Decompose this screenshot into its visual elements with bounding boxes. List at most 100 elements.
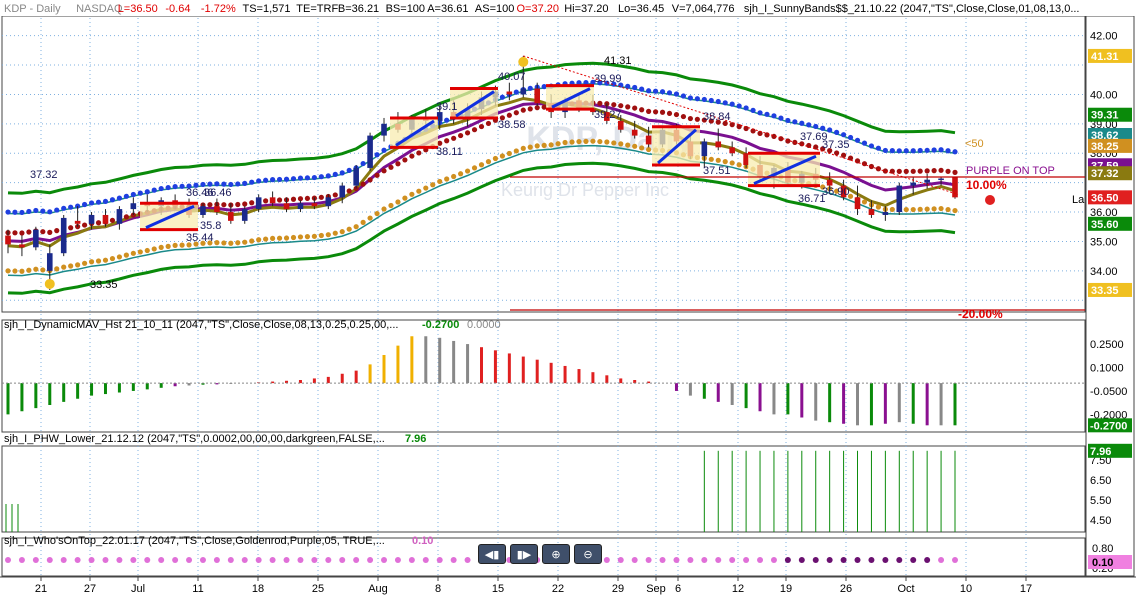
panel4-value: 0.10: [412, 535, 433, 547]
dot: [931, 168, 937, 174]
date-tick-label: 18: [252, 583, 264, 595]
whos-dot: [422, 557, 429, 563]
dot: [214, 240, 220, 246]
lt50-label: <50: [965, 138, 984, 150]
dot: [81, 201, 88, 208]
dot: [506, 150, 512, 157]
dot: [256, 237, 262, 243]
dot: [444, 117, 450, 123]
scroll-right-button[interactable]: ▮▶: [510, 544, 538, 564]
scroll-left-button[interactable]: ◀▮: [478, 544, 506, 564]
dot: [263, 236, 269, 242]
candle-body: [102, 214, 109, 224]
dot: [750, 107, 756, 113]
dot: [61, 264, 67, 270]
dot: [346, 188, 352, 194]
price-marker-label: 33.35: [1091, 285, 1119, 297]
dot: [687, 115, 693, 122]
dot: [214, 181, 220, 187]
dot: [757, 110, 763, 116]
dot: [569, 139, 575, 145]
dot: [875, 145, 882, 151]
dot: [729, 101, 735, 107]
zoom-out-button[interactable]: ⊖: [574, 544, 602, 564]
panel3-tick: 6.50: [1090, 475, 1111, 487]
price-marker-label: 36.50: [1091, 192, 1119, 204]
dot: [632, 105, 638, 111]
dot: [632, 84, 638, 91]
dot: [95, 258, 102, 264]
panel3-value: 7.96: [405, 433, 426, 445]
dot: [806, 122, 812, 128]
candle-body: [520, 88, 527, 95]
dot: [102, 198, 109, 205]
dot: [708, 156, 714, 162]
dot: [263, 177, 269, 183]
dot: [235, 240, 241, 246]
whos-dot: [450, 557, 457, 563]
header-field: -0.64: [165, 3, 190, 15]
dot: [931, 206, 937, 212]
candle-body: [826, 179, 833, 186]
dot: [910, 148, 916, 154]
dot: [708, 97, 714, 104]
candle-body: [33, 229, 39, 248]
dot: [276, 197, 283, 203]
zoom-in-button[interactable]: ⊕: [542, 544, 570, 564]
dot: [416, 188, 422, 194]
dot: [437, 178, 443, 185]
dot: [938, 205, 944, 212]
whos-dot: [868, 557, 875, 563]
dot: [360, 160, 366, 167]
dot: [485, 120, 492, 127]
mid-label: 36.90: [822, 186, 850, 198]
header-field: TE=TRF: [296, 3, 338, 15]
candle-body: [297, 203, 304, 210]
dot: [938, 147, 944, 153]
header-field: Hi=37.20: [564, 3, 608, 15]
dot: [903, 206, 909, 213]
price-marker-label: 35.60: [1091, 219, 1119, 231]
date-tick-label: 15: [492, 583, 504, 595]
dot: [597, 138, 603, 145]
dot: [381, 147, 387, 153]
header-field: Lo=36.45: [618, 3, 664, 15]
whos-dot: [784, 557, 791, 563]
dot: [416, 150, 422, 156]
dot: [952, 149, 958, 155]
candle-body: [715, 141, 722, 148]
header-field: V=7,064,776: [672, 3, 735, 15]
swing-low-marker: [44, 278, 55, 289]
candle-body: [854, 197, 861, 210]
candle-body: [88, 214, 95, 224]
whos-dot: [924, 557, 931, 563]
mid-label: 37.51: [703, 165, 731, 177]
dot: [95, 199, 102, 205]
header-field: sjh_I_SunnyBands$$_21.10.22 (2047,"TS",C…: [744, 3, 1080, 15]
candle-body: [924, 179, 930, 183]
dot: [395, 161, 401, 167]
dot: [471, 127, 478, 133]
whos-dot: [617, 557, 624, 563]
dot: [19, 209, 25, 216]
dot: [116, 195, 123, 201]
dot: [632, 143, 638, 149]
date-tick-label: 27: [84, 583, 96, 595]
dot: [527, 85, 533, 91]
dot: [158, 244, 164, 250]
dot: [270, 177, 276, 183]
dot: [88, 200, 95, 206]
dot: [116, 254, 123, 260]
whos-dot: [631, 557, 638, 563]
dot: [694, 116, 700, 122]
dot: [917, 206, 923, 212]
dot: [659, 109, 666, 115]
whos-dot: [436, 557, 443, 563]
dot: [764, 111, 770, 117]
candle-body: [729, 147, 735, 154]
whos-dot: [770, 557, 777, 563]
dot: [388, 202, 394, 209]
dot: [311, 174, 317, 181]
whos-dot: [687, 557, 694, 563]
panel3-tick: 5.50: [1090, 495, 1111, 507]
